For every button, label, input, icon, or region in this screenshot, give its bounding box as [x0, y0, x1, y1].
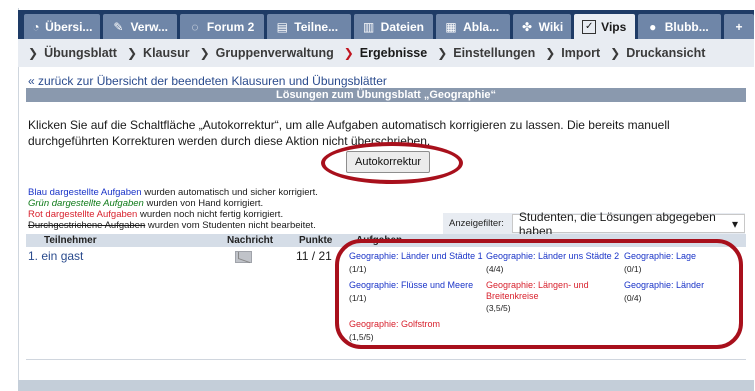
- header-message: Nachricht: [227, 235, 274, 246]
- message-icon[interactable]: [235, 251, 252, 263]
- header-participant: Teilnehmer: [44, 235, 97, 246]
- legend-green: Grün dargestellte Aufgaben wurden von Ha…: [28, 198, 264, 209]
- filter-label: Anzeigefilter:: [449, 218, 504, 229]
- answer-item[interactable]: Geographie: Länder und Städte 1 (1/1): [349, 251, 484, 274]
- participant-link[interactable]: 1. ein gast: [28, 249, 83, 263]
- color-legend: Blau dargestellte Aufgaben wurden automa…: [28, 187, 318, 231]
- back-link[interactable]: « zurück zur Übersicht der beendeten Kla…: [28, 74, 387, 88]
- answer-item[interactable]: Geographie: Golfstrom (1,5/5): [349, 319, 484, 342]
- autocorrect-button[interactable]: Autokorrektur: [346, 151, 431, 173]
- answer-item[interactable]: Geographie: Flüsse und Meere (1/1): [349, 280, 484, 303]
- filter-select[interactable]: Studenten, die Lösungen abgegeben haben …: [511, 210, 745, 238]
- answer-item[interactable]: Geographie: Lage (0/1): [624, 251, 724, 274]
- footer-bar: [18, 380, 754, 391]
- legend-red: Rot dargestellte Aufgaben wurden noch ni…: [28, 209, 284, 220]
- legend-strike: Durchgestrichene Aufgaben wurden vom Stu…: [28, 220, 316, 231]
- chevron-down-icon: ▾: [731, 216, 738, 231]
- header-tasks: Aufgaben: [356, 235, 403, 246]
- section-title: Lösungen zum Übungsblatt „Geographie“: [26, 88, 746, 102]
- answer-item[interactable]: Geographie: Länder uns Städte 2 (4/4): [486, 251, 626, 274]
- info-text: Klicken Sie auf die Schaltfläche „Autoko…: [28, 118, 670, 148]
- header-points: Punkte: [299, 235, 333, 246]
- divider: [26, 359, 746, 360]
- answer-item[interactable]: Geographie: Länder (0/4): [624, 280, 724, 303]
- table-header: Teilnehmer Nachricht Punkte Aufgaben: [26, 234, 746, 247]
- points-value: 11 / 21: [296, 249, 332, 263]
- legend-blue: Blau dargestellte Aufgaben wurden automa…: [28, 187, 318, 198]
- answer-item[interactable]: Geographie: Längen- und Breitenkreise (3…: [486, 280, 598, 314]
- display-filter: Anzeigefilter: Studenten, die Lösungen a…: [443, 210, 745, 238]
